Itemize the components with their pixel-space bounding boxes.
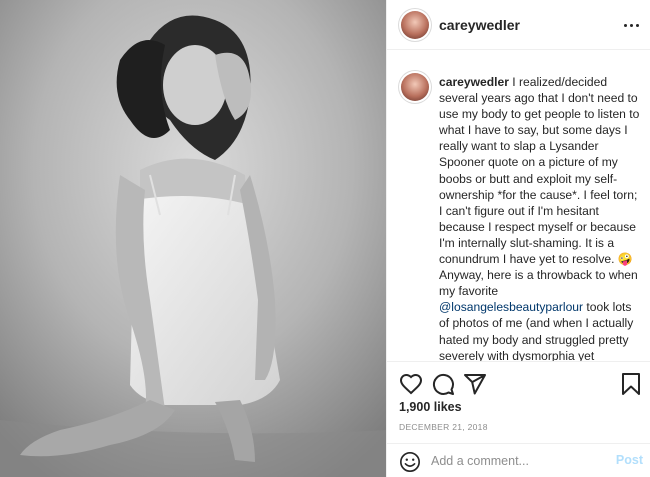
emoji-icon[interactable] bbox=[399, 451, 421, 473]
post-photo[interactable] bbox=[0, 0, 386, 477]
comment-bar: Post bbox=[387, 443, 650, 477]
more-dot bbox=[629, 23, 633, 27]
post-comment-button[interactable]: Post bbox=[616, 453, 643, 467]
post-detail-panel: careywedler careywedler I realized/decid… bbox=[386, 0, 650, 477]
caption-avatar[interactable] bbox=[401, 73, 429, 101]
avatar[interactable] bbox=[401, 11, 429, 39]
photo-illustration bbox=[0, 0, 386, 477]
more-options-icon[interactable] bbox=[621, 18, 641, 32]
caption-text: careywedler I realized/decided several y… bbox=[439, 74, 643, 361]
caption-body-1: I realized/decided several years ago tha… bbox=[439, 75, 640, 299]
share-icon[interactable] bbox=[463, 372, 487, 396]
caption-mention-link[interactable]: @losangelesbeautyparlour bbox=[439, 300, 583, 314]
comment-input[interactable] bbox=[431, 450, 601, 472]
caption-username[interactable]: careywedler bbox=[439, 75, 509, 89]
post-date[interactable]: DECEMBER 21, 2018 bbox=[399, 422, 488, 432]
caption-scroll-area[interactable]: careywedler I realized/decided several y… bbox=[387, 51, 650, 361]
action-bar bbox=[387, 361, 650, 405]
comment-icon[interactable] bbox=[431, 372, 455, 396]
heart-icon[interactable] bbox=[399, 372, 423, 396]
post-header: careywedler bbox=[387, 0, 650, 50]
more-dot bbox=[635, 23, 639, 27]
like-count[interactable]: 1,900 likes bbox=[399, 400, 462, 414]
more-dot bbox=[623, 23, 627, 27]
header-username[interactable]: careywedler bbox=[439, 17, 520, 33]
bookmark-icon[interactable] bbox=[619, 372, 643, 396]
